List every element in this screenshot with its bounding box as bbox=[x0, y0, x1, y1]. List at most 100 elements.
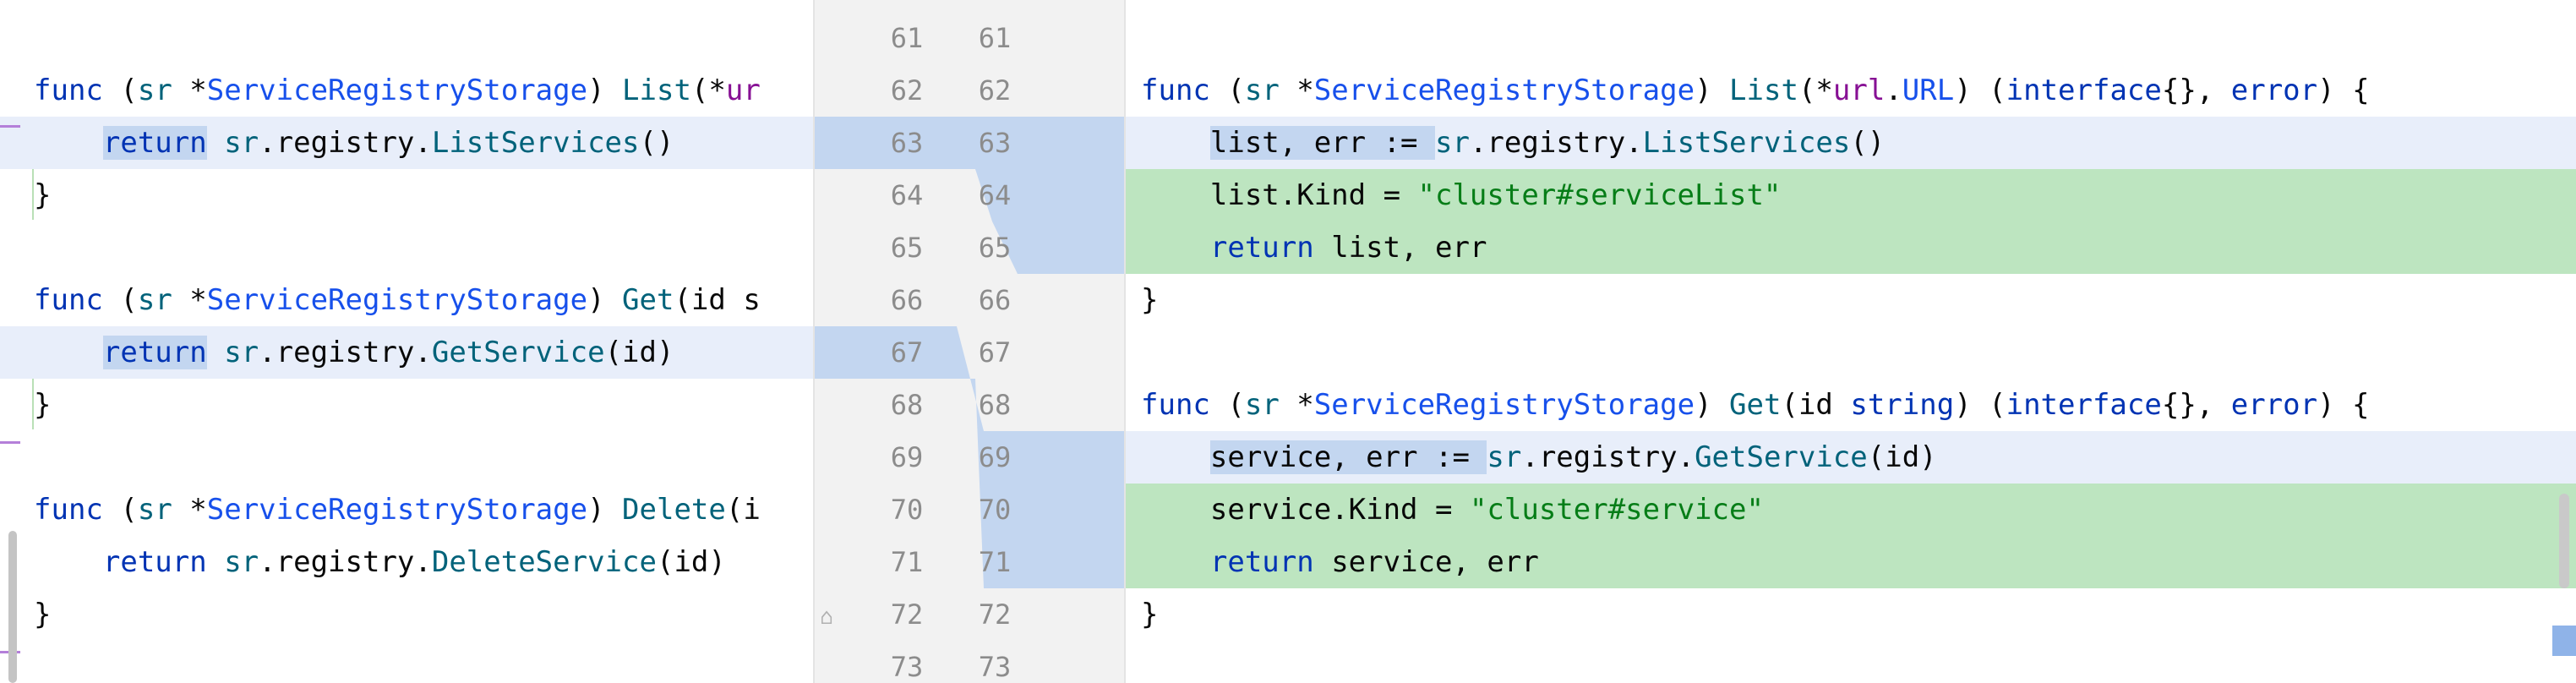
right-line-number: 63 bbox=[978, 127, 1012, 159]
code-line: } bbox=[1141, 274, 1158, 326]
code-token: } bbox=[34, 598, 52, 631]
code-token: } bbox=[34, 388, 52, 422]
code-token: service, err bbox=[1313, 545, 1539, 579]
left-line-number: 61 bbox=[890, 22, 924, 54]
code-token: ) bbox=[1695, 74, 1730, 107]
code-token: ServiceRegistryStorage bbox=[1313, 388, 1695, 422]
left-editor-pane[interactable]: func (sr *ServiceRegistryStorage) List(*… bbox=[0, 0, 813, 683]
right-line-number: 64 bbox=[978, 179, 1012, 211]
code-token: ListServices bbox=[431, 126, 640, 160]
right-line-number: 68 bbox=[978, 389, 1012, 421]
code-token: Get bbox=[1729, 388, 1782, 422]
left-line-number: 73 bbox=[890, 651, 924, 683]
code-token: interface bbox=[2006, 74, 2162, 107]
code-token: sr bbox=[224, 126, 259, 160]
code-token: service.Kind = bbox=[1141, 493, 1470, 527]
code-token: .registry. bbox=[1469, 126, 1643, 160]
code-line: return list, err bbox=[1141, 221, 1487, 274]
code-token: GetService bbox=[1695, 440, 1868, 474]
code-line: } bbox=[34, 588, 51, 641]
code-token: * bbox=[1279, 388, 1314, 422]
left-line-number: 64 bbox=[890, 179, 924, 211]
code-token: error bbox=[2230, 74, 2318, 107]
code-line: func (sr *ServiceRegistryStorage) Get(id… bbox=[34, 274, 761, 326]
code-token: * bbox=[1279, 74, 1314, 107]
code-token: (id) bbox=[1867, 440, 1937, 474]
code-line: list.Kind = "cluster#serviceList" bbox=[1141, 169, 1782, 221]
code-token: {}, bbox=[2161, 74, 2231, 107]
code-token: } bbox=[1141, 598, 1159, 631]
right-line-number: 61 bbox=[978, 22, 1012, 54]
right-line-number: 69 bbox=[978, 441, 1012, 473]
code-token: sr bbox=[224, 336, 259, 369]
code-token: sr bbox=[1244, 74, 1280, 107]
code-token: ListServices bbox=[1642, 126, 1851, 160]
code-token: func bbox=[1141, 74, 1210, 107]
code-token: {}, bbox=[2161, 388, 2231, 422]
code-token: * bbox=[172, 74, 207, 107]
right-line-number: 70 bbox=[978, 494, 1012, 526]
code-token: . bbox=[1885, 74, 1902, 107]
left-line-number: 63 bbox=[890, 127, 924, 159]
code-token: ) bbox=[1695, 388, 1730, 422]
code-token: sr bbox=[1487, 440, 1522, 474]
left-line-number: 65 bbox=[890, 232, 924, 264]
code-token: (* bbox=[1798, 74, 1833, 107]
code-token: .registry. bbox=[259, 336, 432, 369]
code-token: sr bbox=[137, 74, 172, 107]
code-token: func bbox=[34, 74, 103, 107]
code-token: error bbox=[2230, 388, 2318, 422]
right-scrollbar[interactable] bbox=[2559, 494, 2569, 588]
code-line: list, err := sr.registry.ListServices() bbox=[1141, 117, 1885, 169]
code-token: (i bbox=[725, 493, 761, 527]
code-line: service.Kind = "cluster#service" bbox=[1141, 484, 1764, 536]
left-line-number: 68 bbox=[890, 389, 924, 421]
code-token: ServiceRegistryStorage bbox=[206, 283, 588, 317]
code-token: list, err := bbox=[1209, 126, 1435, 160]
code-token: ( bbox=[102, 283, 138, 317]
code-token: .registry. bbox=[259, 126, 432, 160]
left-line-number: 72 bbox=[890, 598, 924, 631]
code-token: interface bbox=[2006, 388, 2162, 422]
scroll-position-marker bbox=[2552, 626, 2576, 656]
left-line-number: 67 bbox=[890, 336, 924, 369]
code-token: (id s bbox=[674, 283, 761, 317]
code-line: func (sr *ServiceRegistryStorage) List(*… bbox=[34, 64, 761, 117]
code-token: Get bbox=[622, 283, 674, 317]
right-editor-pane[interactable]: func (sr *ServiceRegistryStorage) List(*… bbox=[1126, 0, 2576, 683]
left-scrollbar[interactable] bbox=[8, 531, 17, 683]
right-line-number: 62 bbox=[978, 74, 1012, 107]
code-token: ) bbox=[587, 74, 623, 107]
fold-icon[interactable]: ⌂ bbox=[815, 602, 838, 632]
right-line-number: 65 bbox=[978, 232, 1012, 264]
code-token: list, err bbox=[1313, 231, 1487, 265]
code-token: ( bbox=[102, 493, 138, 527]
code-token: } bbox=[1141, 283, 1159, 317]
code-token: ( bbox=[1209, 74, 1245, 107]
code-token: (id bbox=[1781, 388, 1851, 422]
code-token: ) ( bbox=[1954, 74, 2006, 107]
code-token: Delete bbox=[622, 493, 726, 527]
code-token: ServiceRegistryStorage bbox=[206, 74, 588, 107]
diff-gutter: ⌂ 61 61 62 62 63 63 64 64 65 65 66 66 67… bbox=[813, 0, 1126, 683]
code-token: sr bbox=[1435, 126, 1470, 160]
code-token: GetService bbox=[431, 336, 605, 369]
code-token: URL bbox=[1902, 74, 1955, 107]
code-token: ) bbox=[587, 493, 623, 527]
diff-viewer: func (sr *ServiceRegistryStorage) List(*… bbox=[0, 0, 2576, 683]
code-line: return sr.registry.DeleteService(id) bbox=[34, 536, 726, 588]
code-token: List bbox=[622, 74, 691, 107]
code-token: "cluster#serviceList" bbox=[1417, 178, 1782, 212]
code-token: func bbox=[34, 493, 103, 527]
code-token: func bbox=[1141, 388, 1210, 422]
code-line: service, err := sr.registry.GetService(i… bbox=[1141, 431, 1937, 484]
code-line: return sr.registry.GetService(id) bbox=[34, 326, 674, 379]
